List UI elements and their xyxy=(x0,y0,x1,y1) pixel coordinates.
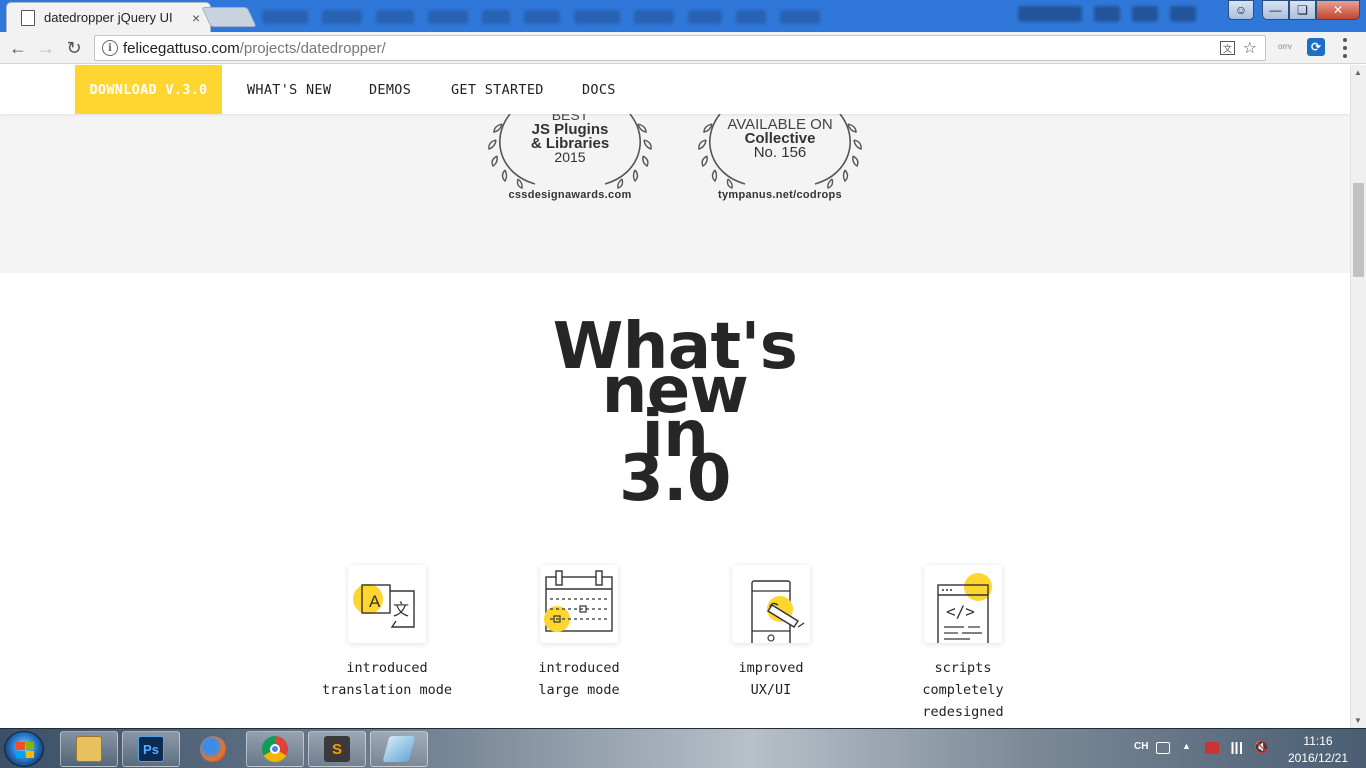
user-profile-icon[interactable]: ☺ xyxy=(1228,0,1254,20)
award-source: cssdesignawards.com xyxy=(508,189,632,201)
forward-arrow-icon[interactable]: → xyxy=(35,37,57,59)
firefox-icon xyxy=(200,736,226,762)
app-window-icon xyxy=(382,736,416,762)
code-window-icon: </> xyxy=(924,565,1002,643)
awards-section: BEST JS Plugins & Libraries 2015 cssdesi… xyxy=(0,107,1350,273)
address-bar[interactable]: i felicegattuso.com/projects/datedropper… xyxy=(94,35,1266,61)
clock-date: 2016/12/21 xyxy=(1287,751,1349,765)
url-text: felicegattuso.com/projects/datedropper/ xyxy=(123,40,386,57)
feature-line: large mode xyxy=(538,682,620,698)
award-codrops-collective[interactable]: AVAILABLE ON Collective No. 156 tympanus… xyxy=(690,113,870,214)
feature-scripts-redesigned: </> scripts completely redesigned xyxy=(873,565,1053,723)
reload-icon[interactable]: ↻ xyxy=(63,37,85,59)
feature-line: improved xyxy=(738,660,804,676)
taskbar-app[interactable] xyxy=(370,731,428,767)
security-flag-icon[interactable] xyxy=(1205,742,1219,754)
clock-time: 11:16 xyxy=(1303,734,1333,748)
url-path: /projects/datedropper/ xyxy=(239,40,386,57)
taskbar-sublime[interactable]: S xyxy=(308,731,366,767)
windows-taskbar: Ps S CH ▲ 🔇 11:16 2016/12/21 xyxy=(0,728,1366,768)
award-css-design-awards[interactable]: BEST JS Plugins & Libraries 2015 cssdesi… xyxy=(480,107,660,214)
svg-text:文: 文 xyxy=(393,600,409,619)
bookmark-star-icon[interactable]: ☆ xyxy=(1243,38,1257,58)
feature-large-mode: introduced large mode xyxy=(489,565,669,701)
page-viewport: DOWNLOAD V.3.0 WHAT'S NEW DEMOS GET STAR… xyxy=(0,65,1350,728)
calendar-large-icon xyxy=(540,565,618,643)
browser-menu-icon[interactable] xyxy=(1342,38,1348,58)
award-line3: 2015 xyxy=(554,149,586,165)
translate-icon[interactable]: 文 xyxy=(1220,41,1235,55)
feature-translation-mode: A 文 introduced translation mode xyxy=(297,565,477,701)
browser-tab-active[interactable]: datedropper jQuery UI × xyxy=(6,2,211,32)
keyboard-icon[interactable] xyxy=(1156,742,1170,754)
taskbar-explorer[interactable] xyxy=(60,731,118,767)
close-window-button[interactable]: ✕ xyxy=(1316,0,1360,20)
feature-line: translation mode xyxy=(321,682,453,698)
chrome-icon xyxy=(262,736,288,762)
feature-text: introduced large mode xyxy=(489,657,669,701)
taskbar-photoshop[interactable]: Ps xyxy=(122,731,180,767)
folder-icon xyxy=(76,736,102,762)
new-tab-button[interactable] xyxy=(201,7,257,27)
back-arrow-icon[interactable]: ← xyxy=(7,37,29,59)
url-domain: felicegattuso.com xyxy=(123,40,240,57)
sublime-text-icon: S xyxy=(324,736,350,762)
browser-toolbar: ← → ↻ i felicegattuso.com/projects/dated… xyxy=(0,32,1366,64)
windows-logo-icon xyxy=(16,742,34,758)
svg-text:</>: </> xyxy=(946,602,975,621)
nav-whats-new[interactable]: WHAT'S NEW xyxy=(247,65,331,114)
tab-close-icon[interactable]: × xyxy=(192,10,200,26)
site-navbar: DOWNLOAD V.3.0 WHAT'S NEW DEMOS GET STAR… xyxy=(0,65,1350,114)
taskbar-chrome[interactable] xyxy=(246,731,304,767)
blurred-background-region xyxy=(262,8,1002,26)
feature-text: scripts completely redesigned xyxy=(873,657,1053,723)
feature-improved-ux: improved UX/UI xyxy=(681,565,861,701)
minimize-button[interactable]: — xyxy=(1262,0,1289,20)
show-hidden-icons-icon[interactable]: ▲ xyxy=(1182,741,1196,753)
page-scrollbar[interactable]: ▲ ▼ xyxy=(1350,65,1366,728)
award-line2b: No. 156 xyxy=(753,144,807,161)
browser-titlebar: datedropper jQuery UI × ☺ — ❏ ✕ xyxy=(0,0,1366,32)
input-language[interactable]: CH xyxy=(1134,741,1148,752)
award-source: tympanus.net/codrops xyxy=(718,189,842,201)
svg-text:A: A xyxy=(369,592,381,611)
restore-button[interactable]: ❏ xyxy=(1289,0,1316,20)
nav-get-started[interactable]: GET STARTED xyxy=(451,65,544,114)
volume-muted-icon[interactable]: 🔇 xyxy=(1254,740,1269,754)
translation-icon: A 文 xyxy=(348,565,426,643)
feature-line: scripts xyxy=(934,660,992,676)
window-controls: ☺ — ❏ ✕ xyxy=(1228,0,1360,20)
feature-line: introduced xyxy=(346,660,428,676)
network-icon[interactable] xyxy=(1230,742,1244,754)
feature-line: introduced xyxy=(538,660,620,676)
extension-blue-icon[interactable]: ⟳ xyxy=(1307,38,1325,56)
site-info-icon[interactable]: i xyxy=(102,40,118,56)
download-button[interactable]: DOWNLOAD V.3.0 xyxy=(75,65,222,114)
page-favicon-icon xyxy=(21,9,35,26)
heading-line: 3.0 xyxy=(619,442,731,516)
feature-line: redesigned xyxy=(922,704,1004,720)
feature-line: UX/UI xyxy=(750,682,792,698)
scrollbar-thumb[interactable] xyxy=(1353,183,1364,277)
photoshop-icon: Ps xyxy=(138,736,164,762)
feature-line: completely xyxy=(922,682,1004,698)
scroll-down-arrow-icon[interactable]: ▼ xyxy=(1354,716,1362,725)
scroll-up-arrow-icon[interactable]: ▲ xyxy=(1354,68,1362,77)
tab-title: datedropper jQuery UI xyxy=(44,10,173,25)
feature-text: improved UX/UI xyxy=(681,657,861,701)
start-button[interactable] xyxy=(4,731,44,767)
touch-phone-icon xyxy=(732,565,810,643)
whats-new-heading: What's new in 3.0 xyxy=(0,315,1350,516)
taskbar-firefox[interactable] xyxy=(184,731,242,767)
blurred-background-region-right xyxy=(1018,6,1208,26)
extension-icon[interactable]: orrv xyxy=(1278,42,1292,51)
feature-text: introduced translation mode xyxy=(297,657,477,701)
nav-docs[interactable]: DOCS xyxy=(582,65,616,114)
nav-demos[interactable]: DEMOS xyxy=(369,65,411,114)
system-clock[interactable]: 11:16 2016/12/21 xyxy=(1278,733,1358,767)
